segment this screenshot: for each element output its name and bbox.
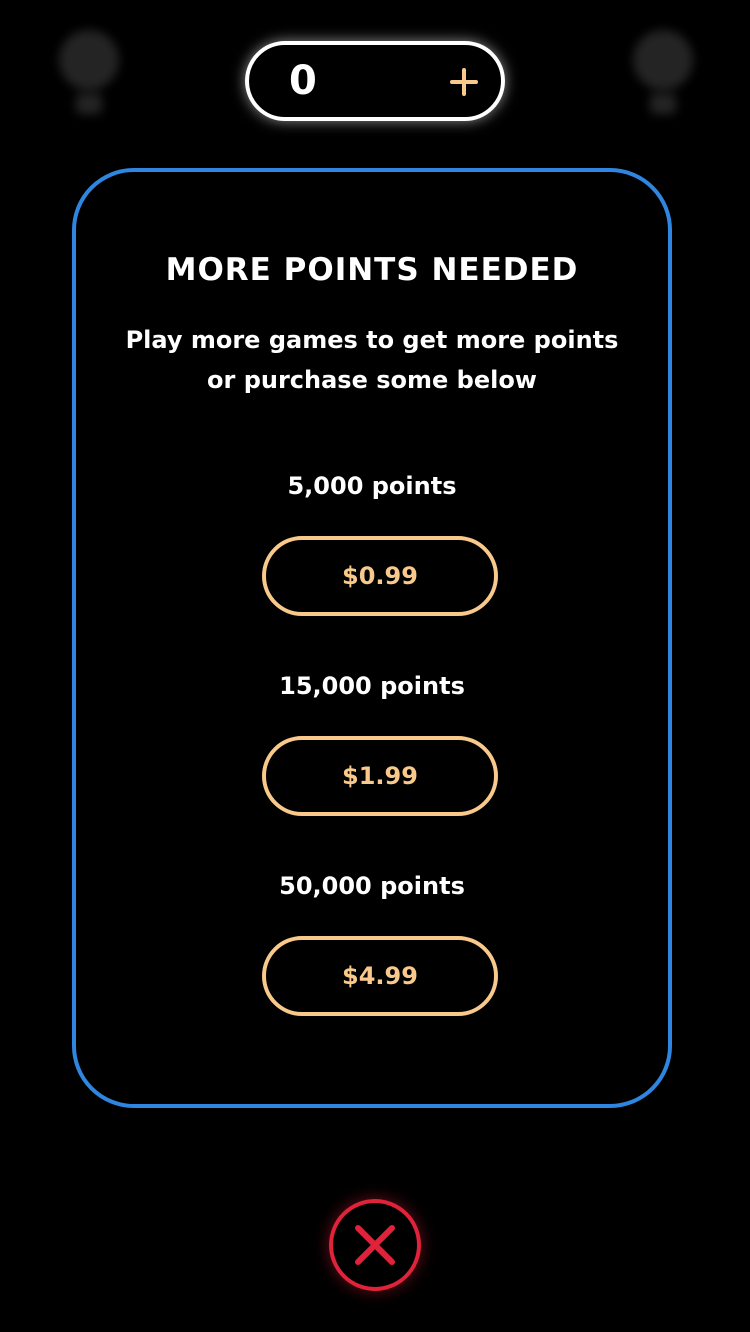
lightbulb-icon — [59, 30, 119, 114]
points-value: 0 — [289, 58, 317, 104]
modal-title: MORE POINTS NEEDED — [165, 252, 579, 288]
price-button-1-99[interactable]: $1.99 — [262, 736, 498, 816]
price-button-4-99[interactable]: $4.99 — [262, 936, 498, 1016]
close-icon — [355, 1225, 395, 1265]
purchase-modal: MORE POINTS NEEDED Play more games to ge… — [72, 168, 672, 1108]
offer-points-label: 5,000 points — [287, 472, 457, 500]
points-counter: 0 — [245, 41, 505, 121]
price-button-0-99[interactable]: $0.99 — [262, 536, 498, 616]
offer-points-label: 50,000 points — [279, 872, 465, 900]
modal-message: Play more games to get more points or pu… — [125, 326, 619, 394]
offer-points-label: 15,000 points — [279, 672, 465, 700]
lightbulb-icon — [633, 30, 693, 114]
plus-icon[interactable] — [449, 67, 479, 97]
close-button[interactable] — [329, 1199, 421, 1291]
